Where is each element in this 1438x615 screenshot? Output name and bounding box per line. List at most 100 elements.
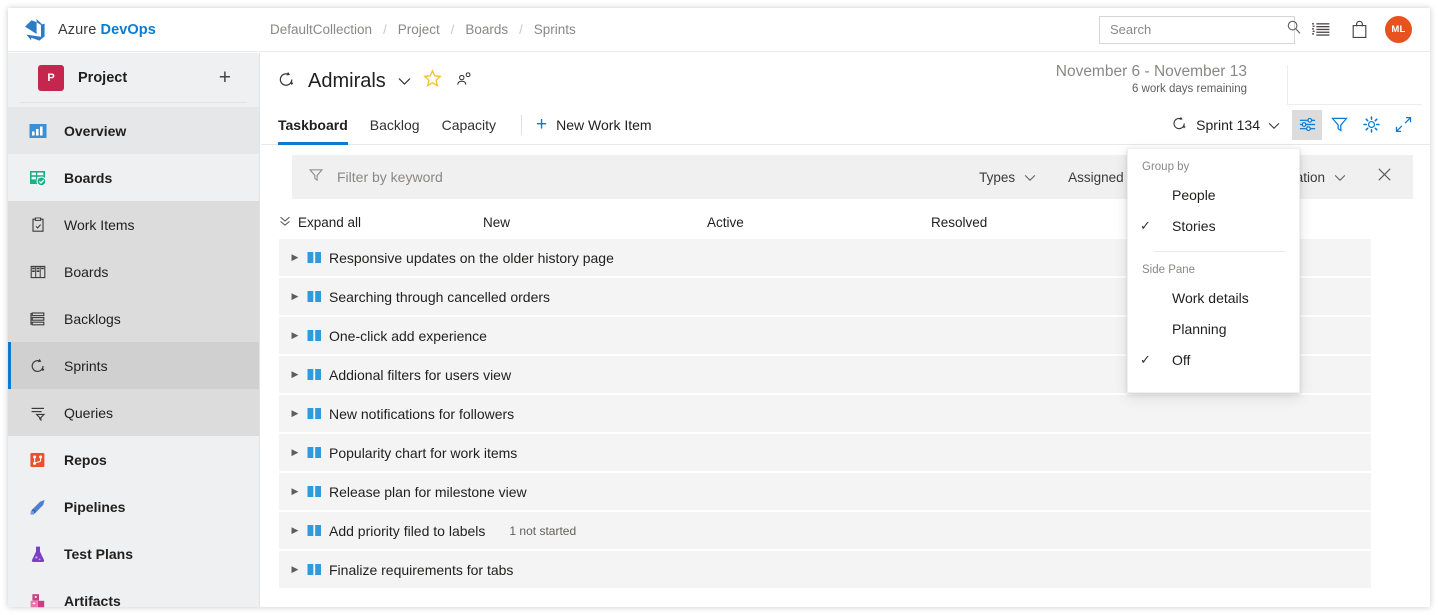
burndown-chart-placeholder[interactable] (1287, 65, 1422, 105)
keyword-filter[interactable]: Filter by keyword (308, 167, 963, 188)
table-row[interactable]: ▶ New notifications for followers (279, 395, 1371, 432)
sidebar-item-backlogs[interactable]: Backlogs (8, 295, 259, 342)
azure-devops-window: Azure DevOps DefaultCollection / Project… (0, 0, 1438, 615)
breadcrumb: DefaultCollection / Project / Boards / S… (260, 22, 576, 37)
tab-taskboard[interactable]: Taskboard (278, 105, 359, 145)
sidebar-item-queries[interactable]: Queries (8, 389, 259, 436)
menu-item-planning[interactable]: Planning (1128, 313, 1299, 344)
add-project-icon[interactable]: + (219, 67, 231, 88)
story-icon (303, 329, 325, 342)
expand-row-icon[interactable]: ▶ (287, 408, 303, 419)
project-header[interactable]: P Project + (20, 53, 247, 103)
filter-dropdown-types[interactable]: Types (963, 170, 1052, 185)
filter-funnel-icon[interactable] (1324, 110, 1354, 140)
brand-zone[interactable]: Azure DevOps (8, 8, 260, 52)
sidebar-item-boards-sub[interactable]: Boards (8, 248, 259, 295)
days-remaining-text: 6 work days remaining (1056, 83, 1247, 95)
team-selector[interactable]: Admirals (277, 69, 473, 94)
table-row[interactable]: ▶ Release plan for milestone view (279, 473, 1371, 510)
sprint-selector-label: Sprint 134 (1196, 117, 1260, 133)
expand-row-icon[interactable]: ▶ (287, 525, 303, 536)
breadcrumb-separator: / (451, 22, 455, 37)
search-input[interactable] (1110, 22, 1286, 37)
expand-all-label: Expand all (298, 215, 361, 230)
breadcrumb-item-collection[interactable]: DefaultCollection (270, 22, 372, 37)
story-icon (303, 485, 325, 498)
top-bar-actions: ML (1099, 16, 1430, 44)
tab-label: Capacity (442, 117, 496, 133)
date-range-text: November 6 - November 13 (1056, 63, 1247, 81)
expand-row-icon[interactable]: ▶ (287, 447, 303, 458)
expand-all-button[interactable]: Expand all (279, 215, 483, 230)
pipelines-icon (26, 495, 50, 519)
expand-row-icon[interactable]: ▶ (287, 486, 303, 497)
backlogs-icon (26, 307, 50, 331)
breadcrumb-item-sprints[interactable]: Sprints (534, 22, 576, 37)
new-work-item-label: New Work Item (556, 117, 651, 133)
sidebar-item-label: Overview (64, 123, 126, 139)
work-list-icon[interactable] (1309, 18, 1333, 42)
row-title: Addional filters for users view (329, 367, 511, 383)
overview-icon (26, 119, 50, 143)
boards-subnav: Work Items (8, 201, 259, 436)
menu-item-label: Planning (1172, 321, 1227, 337)
sidebar-item-pipelines[interactable]: Pipelines (8, 483, 259, 530)
breadcrumb-item-boards[interactable]: Boards (465, 22, 508, 37)
board-settings-sliders-icon[interactable] (1292, 110, 1322, 140)
sidebar-item-label: Boards (64, 170, 112, 186)
fullscreen-expand-icon[interactable] (1388, 110, 1418, 140)
row-title: Finalize requirements for tabs (329, 562, 513, 578)
expand-row-icon[interactable]: ▶ (287, 252, 303, 263)
expand-row-icon[interactable]: ▶ (287, 291, 303, 302)
plus-icon: + (536, 115, 547, 134)
chevron-down-icon (1268, 117, 1280, 133)
menu-item-work-details[interactable]: Work details (1128, 282, 1299, 313)
menu-section-side-pane: Side Pane (1128, 252, 1299, 282)
menu-item-off[interactable]: ✓ Off (1128, 344, 1299, 375)
double-chevron-down-icon (279, 215, 291, 230)
sprints-icon (26, 354, 50, 378)
gear-icon[interactable] (1356, 110, 1386, 140)
row-title: One-click add experience (329, 328, 487, 344)
menu-section-group-by: Group by (1128, 161, 1299, 179)
sidebar-item-boards[interactable]: Boards (8, 154, 259, 201)
row-badge: 1 not started (509, 524, 576, 538)
story-icon (303, 563, 325, 576)
sidebar-item-repos[interactable]: Repos (8, 436, 259, 483)
team-members-icon[interactable] (454, 70, 473, 94)
tab-label: Taskboard (278, 117, 348, 133)
brand-title: Azure DevOps (58, 22, 156, 38)
search-icon[interactable] (1286, 19, 1302, 40)
breadcrumb-item-project[interactable]: Project (398, 22, 440, 37)
sidebar-item-work-items[interactable]: Work Items (8, 201, 259, 248)
breadcrumb-separator: / (383, 22, 387, 37)
table-row[interactable]: ▶ Finalize requirements for tabs (279, 551, 1371, 588)
sidebar-item-overview[interactable]: Overview (8, 107, 259, 154)
new-work-item-button[interactable]: + New Work Item (536, 115, 652, 134)
menu-item-people[interactable]: People (1128, 179, 1299, 210)
sidebar-item-sprints[interactable]: Sprints (8, 342, 259, 389)
check-icon: ✓ (1140, 218, 1172, 234)
chevron-down-icon[interactable] (398, 75, 411, 89)
user-avatar[interactable]: ML (1385, 16, 1412, 43)
menu-item-stories[interactable]: ✓ Stories (1128, 210, 1299, 241)
marketplace-bag-icon[interactable] (1347, 18, 1371, 42)
expand-row-icon[interactable]: ▶ (287, 330, 303, 341)
project-badge: P (38, 65, 64, 91)
tab-capacity[interactable]: Capacity (431, 105, 507, 145)
close-filter-icon[interactable] (1362, 166, 1407, 188)
filter-funnel-icon (308, 167, 324, 188)
sidebar: P Project + Overview (8, 53, 260, 607)
tab-backlog[interactable]: Backlog (359, 105, 431, 145)
favorite-star-icon[interactable] (423, 69, 442, 94)
sidebar-item-artifacts[interactable]: Artifacts (8, 577, 259, 615)
expand-row-icon[interactable]: ▶ (287, 564, 303, 575)
menu-item-label: People (1172, 187, 1216, 203)
expand-row-icon[interactable]: ▶ (287, 369, 303, 380)
test-plans-icon (26, 542, 50, 566)
search-box[interactable] (1099, 16, 1295, 44)
sprint-selector[interactable]: Sprint 134 (1161, 110, 1290, 140)
sidebar-item-test-plans[interactable]: Test Plans (8, 530, 259, 577)
table-row[interactable]: ▶ Popularity chart for work items (279, 434, 1371, 471)
table-row[interactable]: ▶ Add priority filed to labels 1 not sta… (279, 512, 1371, 549)
